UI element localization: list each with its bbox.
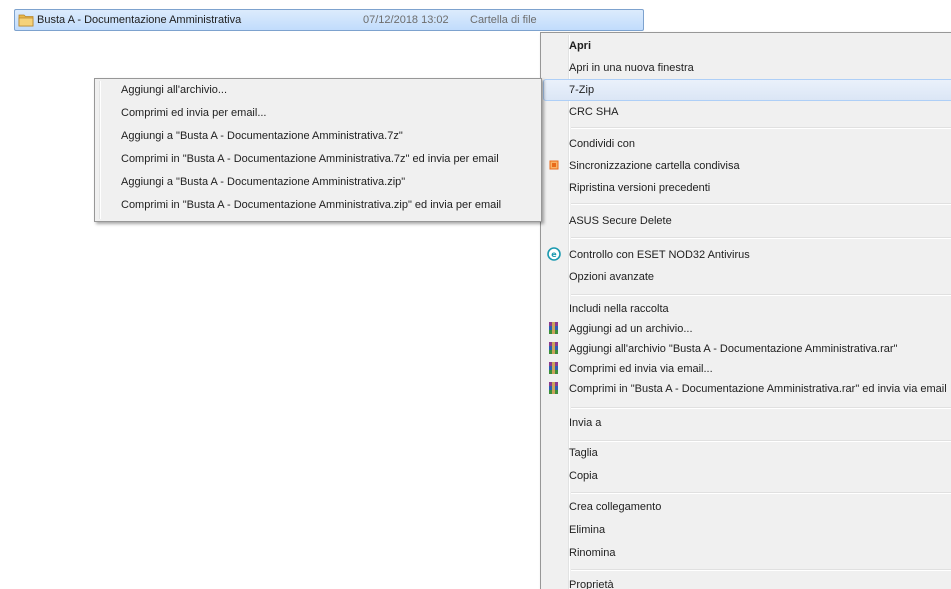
winrar-icon [547,321,563,337]
winrar-icon [547,361,563,377]
menu-item-aggiungi-archivio[interactable]: Aggiungi ad un archivio... [543,318,951,340]
menu-item-opzioni-avanzate[interactable]: Opzioni avanzate [543,266,951,288]
submenu-item-aggiungi-7z[interactable]: Aggiungi a "Busta A - Documentazione Amm… [97,125,539,147]
menu-item-includi-raccolta[interactable]: Includi nella raccolta [543,298,951,320]
explorer-window: Busta A - Documentazione Amministrativa … [0,0,951,589]
submenu-item-comprimi-email[interactable]: Comprimi ed invia per email... [97,102,539,124]
menu-item-eset-scan[interactable]: e Controllo con ESET NOD32 Antivirus [543,244,951,266]
file-type: Cartella di file [470,14,537,26]
submenu-item-aggiungi-archivio[interactable]: Aggiungi all'archivio... [97,79,539,101]
sync-icon [547,158,563,174]
menu-item-elimina[interactable]: Elimina [543,519,951,541]
menu-item-apri-nuova-finestra[interactable]: Apri in una nuova finestra [543,57,951,79]
context-menu: Apri Apri in una nuova finestra 7-Zip CR… [540,32,951,589]
menu-item-sincronizzazione[interactable]: Sincronizzazione cartella condivisa [543,155,951,177]
file-name: Busta A - Documentazione Amministrativa [37,14,242,26]
menu-separator [571,127,951,129]
submenu-item-comprimi-zip-email[interactable]: Comprimi in "Busta A - Documentazione Am… [97,194,539,216]
winrar-icon [547,341,563,357]
menu-item-rinomina[interactable]: Rinomina [543,542,951,564]
folder-icon [18,13,34,27]
menu-item-7zip[interactable]: 7-Zip [543,79,951,101]
submenu-item-comprimi-7z-email[interactable]: Comprimi in "Busta A - Documentazione Am… [97,148,539,170]
menu-separator [571,407,951,409]
submenu-item-aggiungi-zip[interactable]: Aggiungi a "Busta A - Documentazione Amm… [97,171,539,193]
menu-item-proprieta[interactable]: Proprietà [543,574,951,589]
file-date: 07/12/2018 13:02 [363,14,449,26]
menu-item-comprimi-invia-email[interactable]: Comprimi ed invia via email... [543,358,951,380]
menu-item-ripristina-versioni[interactable]: Ripristina versioni precedenti [543,177,951,199]
menu-separator [571,203,951,205]
menu-item-taglia[interactable]: Taglia [543,442,951,464]
menu-item-asus-secure-delete[interactable]: ASUS Secure Delete [543,210,951,232]
file-row-selected[interactable]: Busta A - Documentazione Amministrativa … [14,9,644,31]
zip-submenu: Aggiungi all'archivio... Comprimi ed inv… [94,78,542,222]
menu-item-apri[interactable]: Apri [543,35,951,57]
menu-separator [571,294,951,296]
menu-item-crc-sha[interactable]: CRC SHA [543,101,951,123]
winrar-icon [547,381,563,397]
menu-item-condividi-con[interactable]: Condividi con [543,133,951,155]
menu-item-aggiungi-archivio-rar[interactable]: Aggiungi all'archivio "Busta A - Documen… [543,338,951,360]
menu-separator [571,492,951,494]
menu-separator [571,237,951,239]
svg-text:e: e [551,250,557,259]
menu-item-invia-a[interactable]: Invia a [543,412,951,434]
menu-item-crea-collegamento[interactable]: Crea collegamento [543,496,951,518]
menu-separator [571,569,951,571]
eset-icon: e [547,247,563,263]
menu-item-comprimi-rar-invia-email[interactable]: Comprimi in "Busta A - Documentazione Am… [543,378,951,400]
menu-item-copia[interactable]: Copia [543,465,951,487]
